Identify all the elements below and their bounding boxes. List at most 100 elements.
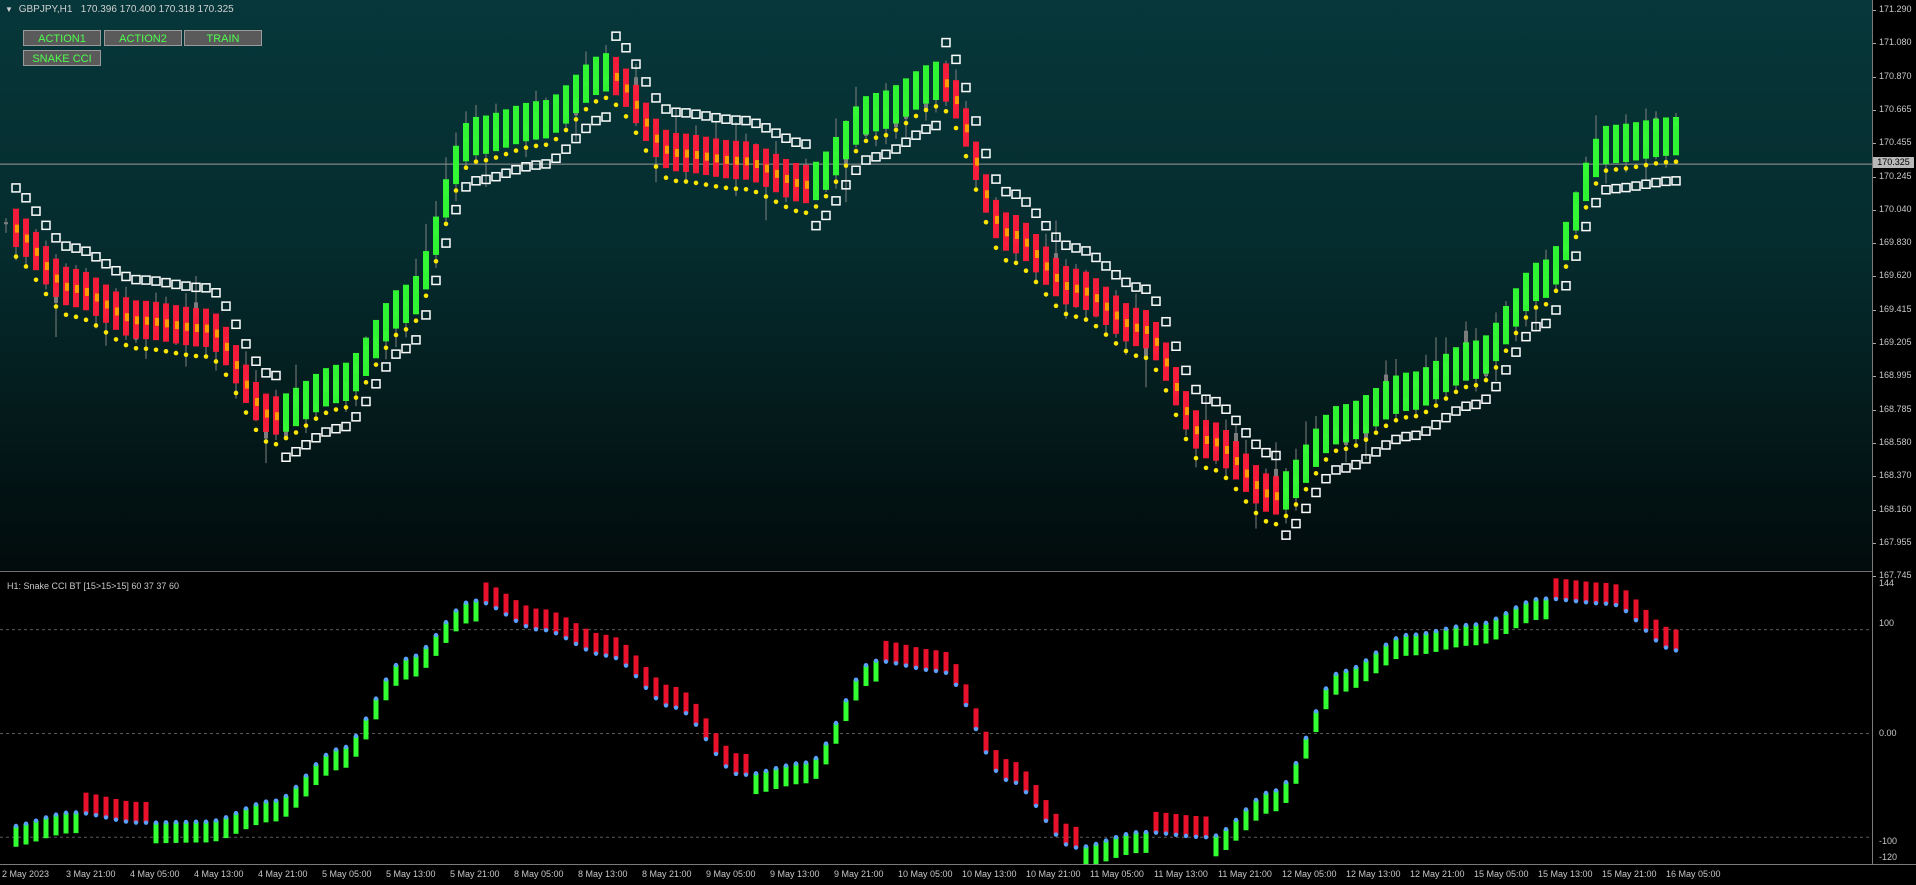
cci-bar-down [703,718,709,740]
cci-bar-down [1183,815,1189,836]
snake-dot [1293,502,1299,507]
cci-dot [1403,632,1409,638]
cci-dot [573,641,579,647]
cci-dot [1333,671,1339,677]
cci-dot [303,773,309,778]
price-tick-mark [1873,109,1876,111]
cci-dot [1413,632,1419,637]
cci-dot [1233,817,1239,823]
signal-box [181,281,191,291]
signal-box [1041,220,1051,231]
signal-box [941,37,951,48]
cci-bar-up [1213,835,1219,857]
snake-dot [833,179,839,184]
cci-dot [1663,645,1669,650]
snake-dot [1163,388,1169,393]
cci-dot [1073,845,1079,850]
signal-box [1141,284,1151,295]
price-tick-label: 170.870 [1879,70,1912,81]
price-tick-mark [1873,376,1876,378]
cci-bar-down [683,692,689,714]
snake-dot [1123,348,1129,354]
cci-dot [1543,596,1549,601]
cci-dot [1033,803,1039,808]
time-axis[interactable]: 2 May 2023 3 May 21:00 4 May 05:00 4 May 13… [0,864,1916,885]
snake-up-segment [593,56,599,96]
snake-dot [133,345,139,351]
signal-box [1501,365,1511,375]
time-tick-label: 4 May 05:00 [130,869,180,879]
cci-dot [583,647,589,652]
cci-dot [173,819,179,825]
snake-dot [1103,332,1109,337]
price-tick-label: 169.415 [1879,303,1912,314]
snake-dot [293,430,299,435]
time-tick-label: 16 May 05:00 [1666,869,1721,879]
snake-dot [1663,159,1669,165]
snake-dot [183,352,189,358]
cci-bar-up [1413,634,1419,656]
snake-dot [283,435,289,441]
snake-orange-segment [675,148,679,157]
cci-dot [1453,624,1459,629]
cci-bar-up [263,801,269,823]
signal-box [331,423,341,434]
snake-orange-segment [955,96,959,105]
time-tick-label: 4 May 21:00 [258,869,308,879]
cci-bar-down [893,642,899,664]
snake-up-segment [1523,272,1529,312]
cci-dot [1603,601,1609,606]
signal-box [951,54,961,65]
snake-dot [1083,317,1089,322]
cci-bar-down [493,587,499,609]
signal-box [1031,208,1041,219]
snake-dot [673,178,679,184]
snake-orange-segment [775,169,779,178]
snake-orange-segment [1045,262,1049,271]
signal-box [1241,428,1251,438]
signal-box [1601,185,1611,195]
cci-dot [1183,833,1189,839]
snake-dot [1623,166,1629,171]
signal-box [861,155,871,165]
price-chart-panel[interactable]: ▼ GBPJPY,H1 170.396 170.400 170.318 170.… [0,0,1872,572]
cci-dot [963,702,969,708]
snake-up-segment [563,85,569,124]
snake-dot [1193,455,1199,461]
cci-bar-up [1453,626,1459,648]
price-axis[interactable]: 171.290 171.080 170.870 170.665 170.455 170.2… [1872,0,1916,864]
snake-dot [483,157,489,163]
cci-bar-up [53,814,59,836]
signal-box [21,193,31,203]
price-tick-label: 170.455 [1879,137,1912,148]
indicator-panel[interactable] [0,574,1872,864]
snake-dot [1653,161,1659,166]
cci-bar-up [1383,644,1389,666]
cci-dot [1303,735,1309,741]
snake-dot [1393,417,1399,423]
snake-orange-segment [1275,492,1279,501]
cci-bar-down [1203,816,1209,838]
cci-dot [563,635,569,641]
candle-body [4,222,8,225]
cci-bar-up [1373,652,1379,674]
snake-dot [973,187,979,192]
snake-orange-segment [1205,435,1209,444]
cci-dot [83,811,89,816]
cci-bar-up [193,821,199,843]
snake-dot [1383,423,1389,429]
signal-box [651,93,661,103]
snake-up-segment [333,364,339,404]
cci-dot [383,677,389,682]
signal-box [1211,396,1221,407]
signal-box [691,109,701,119]
cci-bar-up [1433,631,1439,652]
snake-up-segment [473,116,479,156]
cci-dot [1193,834,1199,839]
cci-bar-up [473,600,479,622]
snake-up-segment [1453,347,1459,386]
cci-bar-down [1193,816,1199,837]
signal-box [1311,487,1321,498]
signal-box [151,276,161,286]
snake-dot [203,354,209,359]
